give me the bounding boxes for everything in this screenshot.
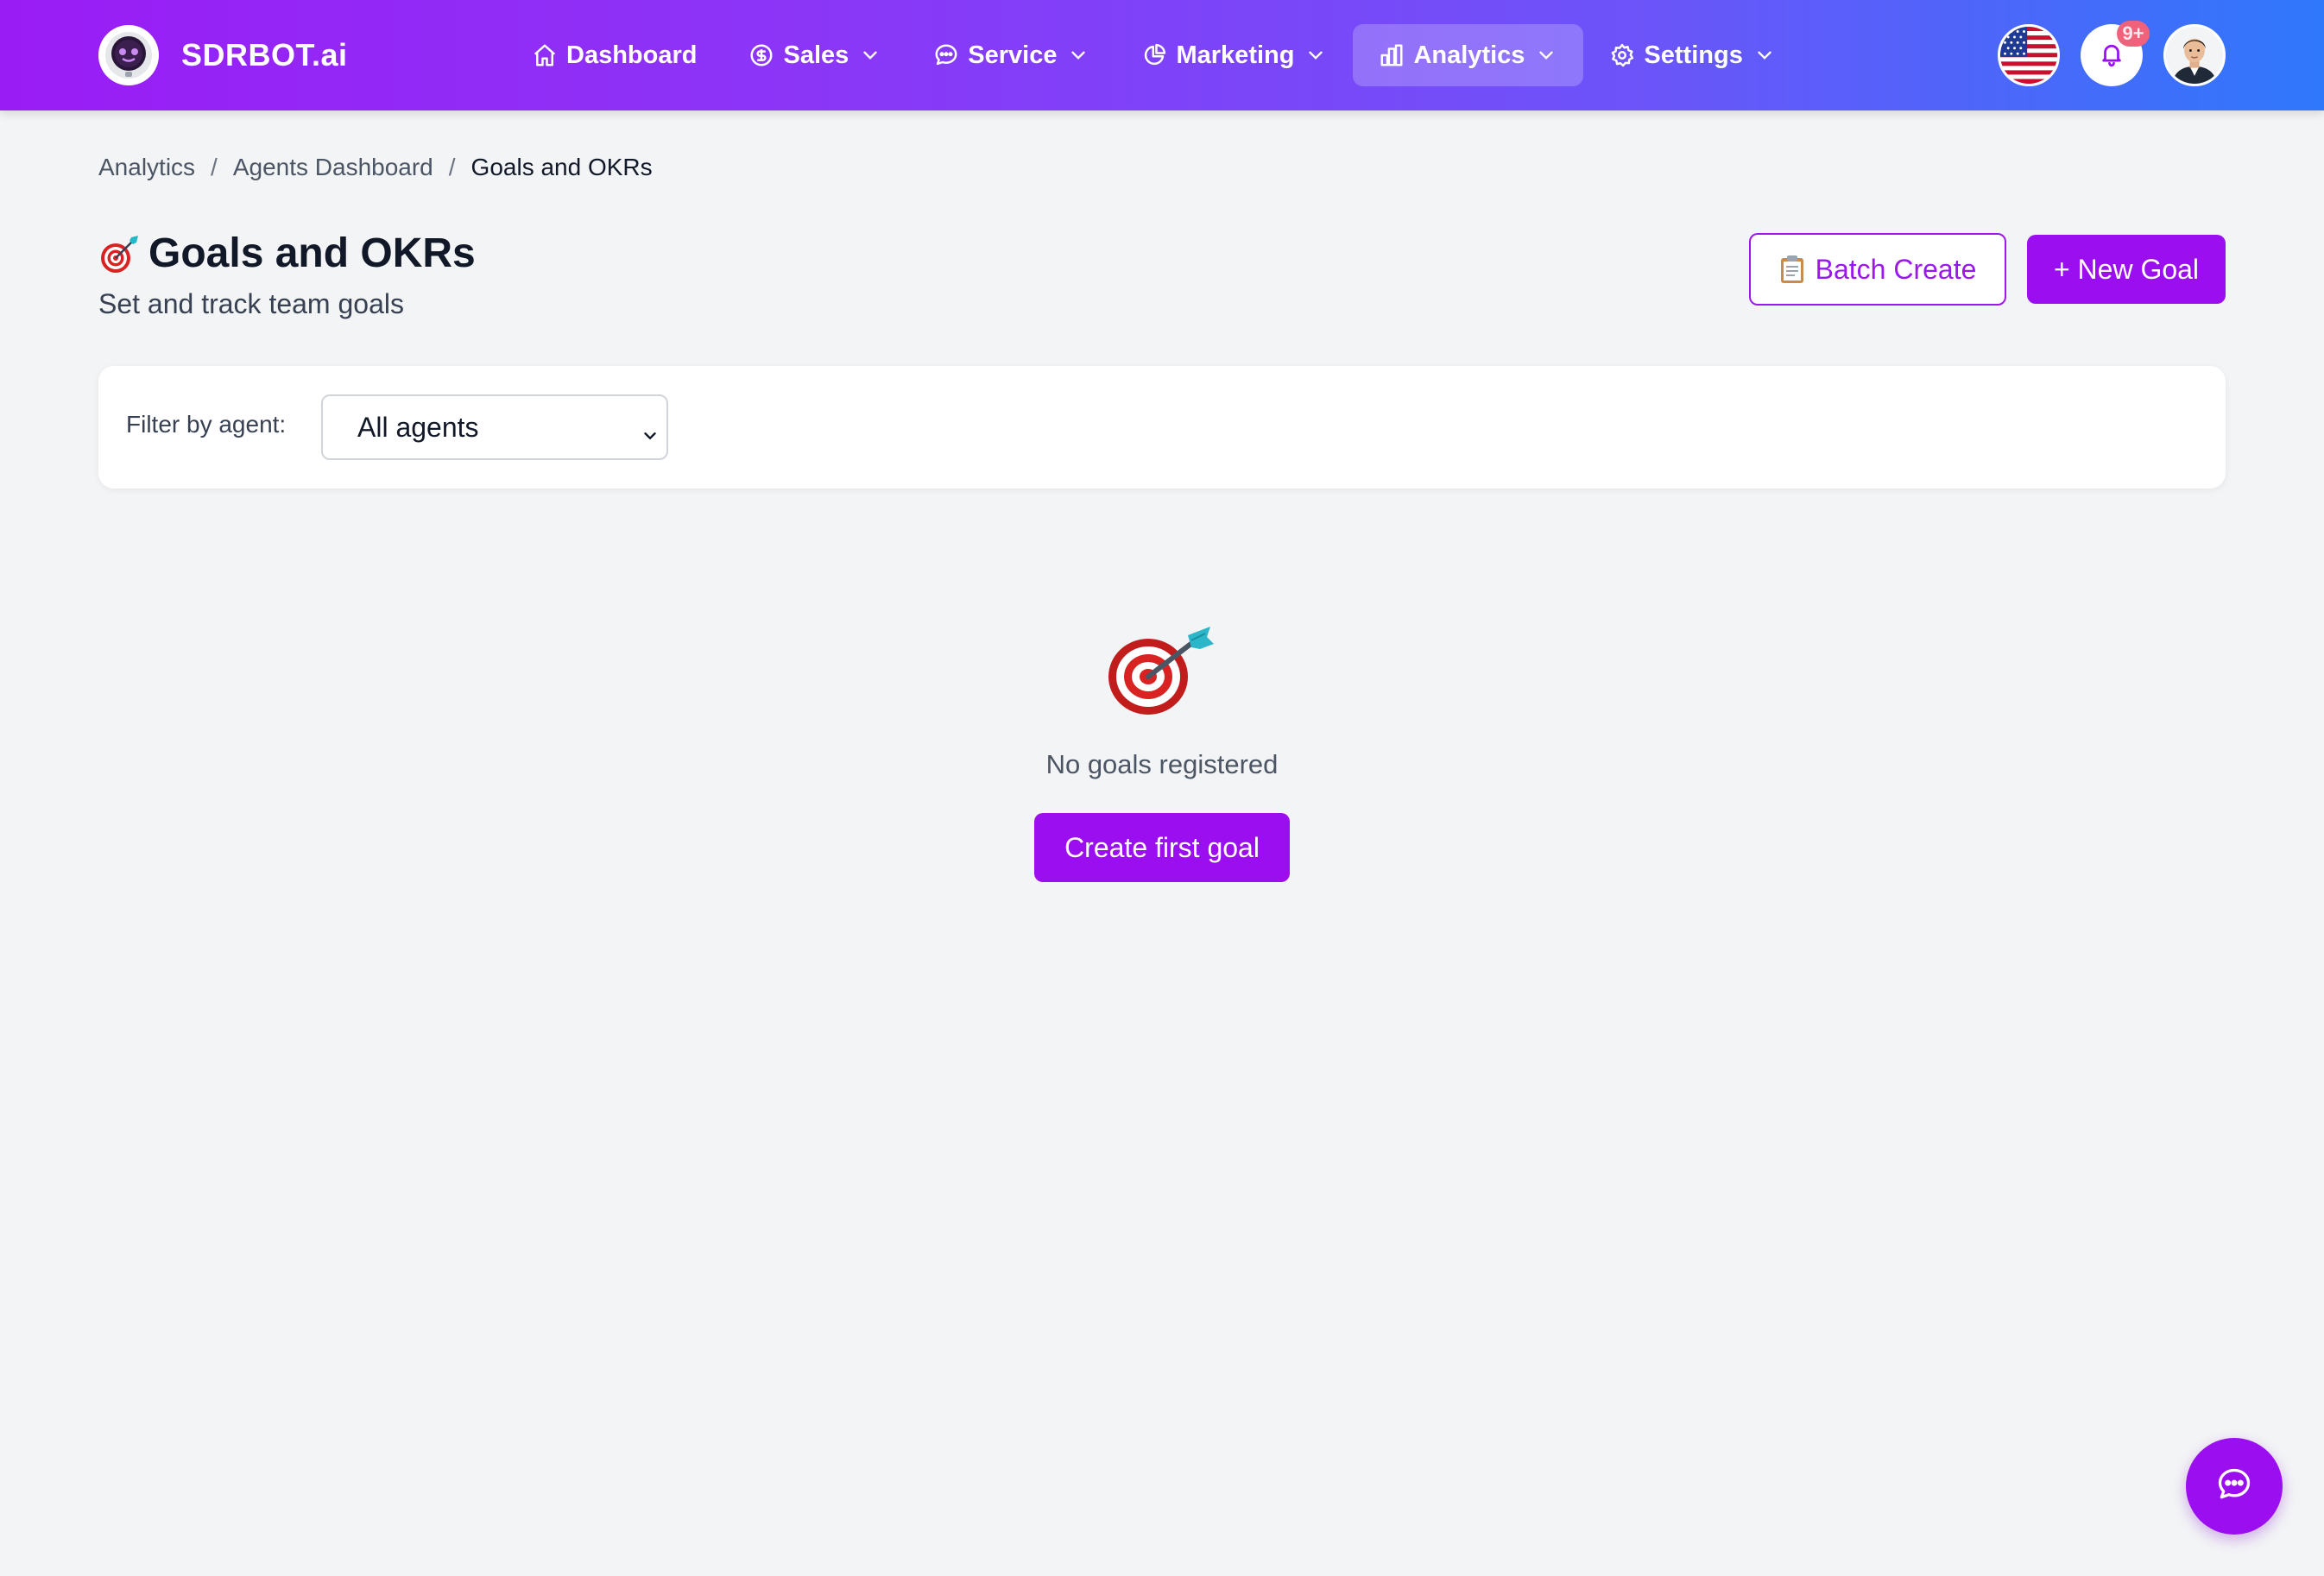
nav-service-label: Service (968, 41, 1058, 69)
nav-service[interactable]: Service (907, 24, 1115, 86)
brand[interactable]: SDRBOT.ai (98, 25, 348, 85)
create-first-goal-button[interactable]: Create first goal (1034, 813, 1290, 882)
agent-filter-value: All agents (357, 411, 479, 443)
nav-dashboard[interactable]: Dashboard (506, 24, 723, 86)
breadcrumb-current: Goals and OKRs (470, 154, 653, 180)
chat-button[interactable] (2186, 1438, 2283, 1535)
nav-dashboard-label: Dashboard (566, 41, 698, 69)
nav-settings[interactable]: Settings (1583, 24, 1801, 86)
chevron-down-icon (1304, 44, 1327, 66)
nav-settings-label: Settings (1644, 41, 1743, 69)
agent-filter-select[interactable]: All agents (321, 394, 668, 460)
breadcrumb-separator: / (448, 154, 456, 180)
page-subtitle: Set and track team goals (98, 288, 404, 319)
chevron-down-icon (859, 44, 881, 66)
us-flag-icon[interactable] (1998, 24, 2060, 86)
notification-badge: 9+ (2117, 21, 2150, 47)
filter-card: Filter by agent: All agents (98, 366, 2226, 489)
robot-logo-icon (98, 25, 159, 85)
clipboard-icon (1779, 255, 1805, 284)
chat-bubble-icon (2215, 1466, 2253, 1508)
nav-marketing[interactable]: Marketing (1115, 24, 1353, 86)
breadcrumb-analytics[interactable]: Analytics (98, 154, 195, 181)
page-title: Goals and OKRs (148, 230, 476, 276)
target-dart-icon (98, 232, 142, 275)
dollar-circle-icon (748, 42, 774, 68)
chevron-down-icon (1535, 44, 1557, 66)
pie-chart-icon (1141, 42, 1167, 68)
nav-analytics-label: Analytics (1413, 41, 1525, 69)
batch-create-button[interactable]: Batch Create (1749, 233, 2006, 306)
bar-chart-icon (1379, 42, 1405, 68)
nav-marketing-label: Marketing (1176, 41, 1295, 69)
header-actions: 9+ (1977, 21, 2226, 86)
chevron-down-icon (641, 420, 660, 440)
filter-label: Filter by agent: (126, 411, 287, 438)
bell-icon (2099, 41, 2125, 71)
target-dart-icon (1105, 623, 1217, 718)
brand-name: SDRBOT.ai (181, 37, 348, 72)
chevron-down-icon (1067, 44, 1089, 66)
nav-sales-label: Sales (783, 41, 849, 69)
notifications-button[interactable]: 9+ (2081, 21, 2150, 86)
page-header: Goals and OKRs (98, 230, 476, 277)
home-icon (532, 42, 558, 68)
nav-analytics[interactable]: Analytics (1353, 24, 1584, 86)
chevron-down-icon (1753, 44, 1776, 66)
batch-create-label: Batch Create (1815, 253, 1977, 285)
breadcrumb-agents-dashboard[interactable]: Agents Dashboard (233, 154, 433, 181)
empty-state-message: No goals registered (1045, 749, 1279, 779)
breadcrumb-separator: / (211, 154, 218, 180)
nav-sales[interactable]: Sales (723, 24, 907, 86)
top-navbar: SDRBOT.ai Dashboard Sales Service Market… (0, 0, 2324, 110)
gear-icon (1609, 42, 1635, 68)
breadcrumb: Analytics / Agents Dashboard / Goals and… (98, 154, 653, 181)
chat-bubble-icon (933, 42, 959, 68)
user-avatar[interactable] (2163, 24, 2226, 86)
main-nav: Dashboard Sales Service Marketing Analyt… (506, 24, 1802, 86)
new-goal-button[interactable]: + New Goal (2027, 235, 2226, 304)
